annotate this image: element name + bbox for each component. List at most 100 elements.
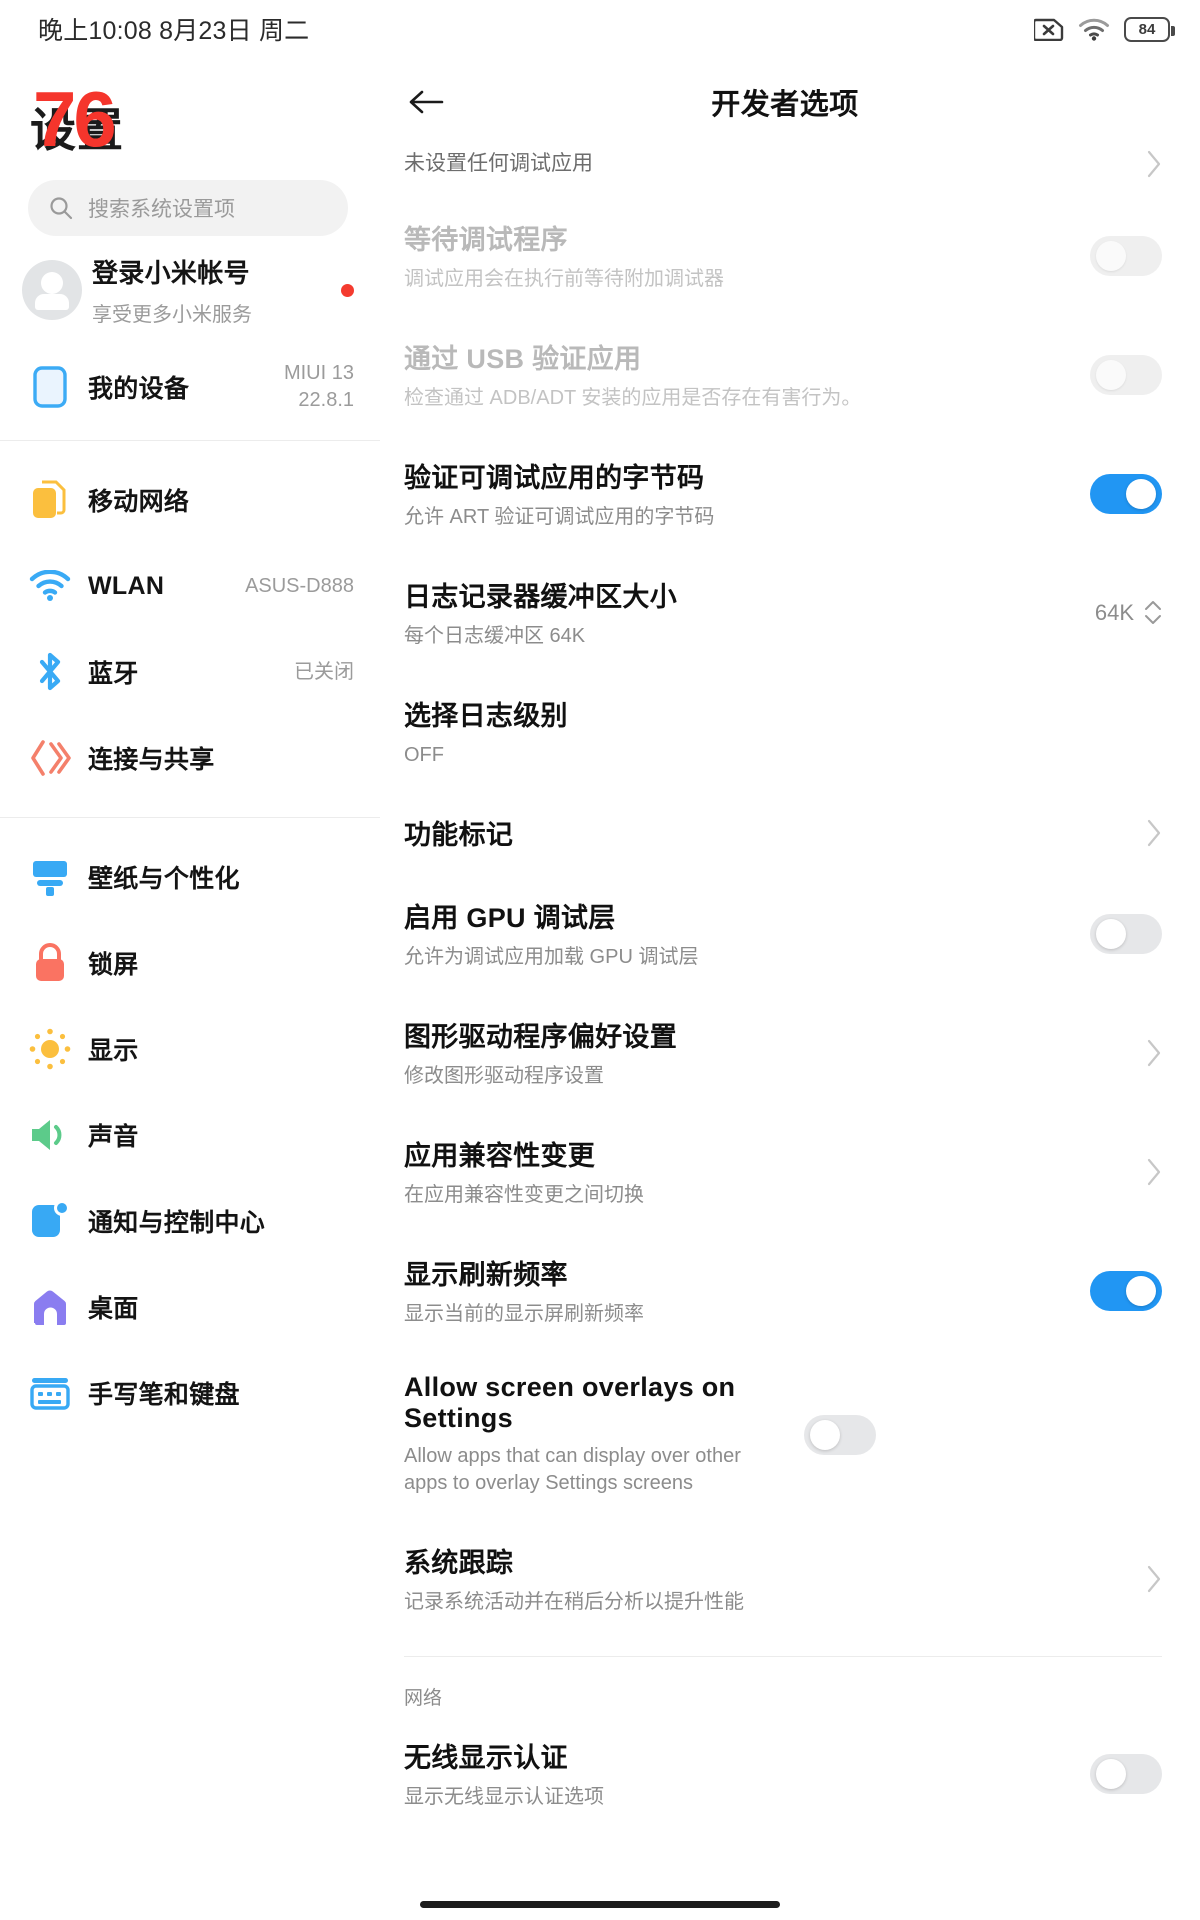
pref-subtitle: 在应用兼容性变更之间切换	[404, 1184, 644, 1207]
account-subtitle: 享受更多小米服务	[92, 304, 252, 326]
sidebar-value: 已关闭	[294, 660, 354, 683]
wallpaper-icon	[33, 861, 67, 896]
sidebar-label: WLAN	[88, 571, 165, 600]
pref-subtitle: Allow apps that can display over other a…	[404, 1445, 741, 1495]
toggle-gpu-debug-layers[interactable]	[1090, 913, 1162, 954]
pref-gpu-debug-layers[interactable]: 启用 GPU 调试层 允许为调试应用加载 GPU 调试层	[380, 874, 1200, 993]
toggle-verify-apps-over-usb[interactable]	[1090, 354, 1162, 395]
status-bar-icons: 84	[1034, 0, 1175, 58]
pref-title: 等待调试程序	[404, 225, 568, 256]
sidebar-item-mobile-network[interactable]: 移动网络	[0, 457, 380, 543]
toggle-verify-bytecode[interactable]	[1090, 473, 1162, 514]
pref-graphics-driver-preferences[interactable]: 图形驱动程序偏好设置 修改图形驱动程序设置	[380, 993, 1200, 1112]
chevron-right-icon	[1147, 1158, 1161, 1185]
pref-feature-flags[interactable]: 功能标记	[380, 791, 1200, 874]
pref-title: 验证可调试应用的字节码	[404, 463, 705, 494]
sim-disabled-icon	[1034, 18, 1064, 41]
pref-subtitle: 允许为调试应用加载 GPU 调试层	[404, 946, 699, 969]
pref-verify-bytecode[interactable]: 验证可调试应用的字节码 允许 ART 验证可调试应用的字节码	[380, 434, 1200, 553]
pref-subtitle: 显示当前的显示屏刷新频率	[404, 1303, 644, 1326]
chevron-right-icon	[1147, 819, 1161, 846]
sidebar-item-display[interactable]: 显示	[0, 1006, 380, 1092]
sidebar-value: ASUS-D888	[245, 574, 354, 597]
sidebar-item-lockscreen[interactable]: 锁屏	[0, 920, 380, 1006]
back-button[interactable]	[398, 74, 454, 130]
sidebar-label: 声音	[88, 1123, 139, 1151]
sidebar-label: 移动网络	[88, 488, 190, 516]
pref-system-tracing[interactable]: 系统跟踪 记录系统活动并在稍后分析以提升性能	[380, 1519, 1200, 1638]
sidebar-item-notifications[interactable]: 通知与控制中心	[0, 1178, 380, 1264]
speaker-icon	[32, 1120, 62, 1150]
pref-show-refresh-rate[interactable]: 显示刷新频率 显示当前的显示屏刷新频率	[380, 1231, 1200, 1350]
pref-wait-for-debugger[interactable]: 等待调试程序 调试应用会在执行前等待附加调试器	[380, 196, 1200, 315]
sidebar-item-bluetooth[interactable]: 蓝牙 已关闭	[0, 629, 380, 715]
pref-title: 选择日志级别	[404, 701, 568, 732]
pref-title: 系统跟踪	[404, 1548, 514, 1579]
toggle-wireless-display-certification[interactable]	[1090, 1753, 1162, 1794]
sidebar-item-my-device[interactable]: 我的设备 MIUI 13 22.8.1	[0, 344, 380, 430]
sidebar-divider-2	[0, 817, 380, 818]
pref-subtitle: OFF	[404, 744, 444, 767]
pref-title: 通过 USB 验证应用	[404, 344, 642, 375]
pref-wireless-display-certification[interactable]: 无线显示认证 显示无线显示认证选项	[380, 1714, 1200, 1833]
chevron-up-icon	[1145, 601, 1161, 611]
battery-icon: 84	[1124, 16, 1175, 42]
pref-title: 功能标记	[404, 820, 514, 851]
pref-logger-buffer-size[interactable]: 日志记录器缓冲区大小 每个日志缓冲区 64K 64K	[380, 553, 1200, 672]
arrow-left-icon	[409, 90, 444, 114]
wifi-icon	[1079, 18, 1109, 41]
lock-icon	[36, 943, 64, 981]
avatar	[22, 260, 82, 320]
detail-title: 开发者选项	[711, 89, 859, 121]
chevron-down-icon	[1145, 615, 1161, 625]
sidebar-label: 壁纸与个性化	[88, 865, 240, 893]
search-icon	[50, 197, 73, 220]
sidebar-item-wallpaper[interactable]: 壁纸与个性化	[0, 834, 380, 920]
sidebar-label: 连接与共享	[88, 746, 215, 774]
pref-app-compatibility-changes[interactable]: 应用兼容性变更 在应用兼容性变更之间切换	[380, 1112, 1200, 1231]
pref-title: 图形驱动程序偏好设置	[404, 1022, 677, 1053]
battery-percent: 84	[1138, 20, 1156, 38]
sidebar-group-personalization: 壁纸与个性化 锁屏 显示 声音 通知与控制中心 桌面 手写笔和键盘	[0, 828, 380, 1442]
chevron-right-icon	[1147, 1039, 1161, 1066]
account-title: 登录小米帐号	[92, 258, 250, 288]
toggle-show-refresh-rate[interactable]	[1090, 1270, 1162, 1311]
sidebar-item-stylus-keyboard[interactable]: 手写笔和键盘	[0, 1350, 380, 1436]
pref-title: 无线显示认证	[404, 1743, 568, 1774]
sidebar-label: 锁屏	[88, 951, 139, 979]
pref-subtitle: 检查通过 ADB/ADT 安装的应用是否存在有害行为。	[404, 387, 862, 410]
pref-title: 显示刷新频率	[404, 1260, 568, 1291]
my-device-label: 我的设备	[88, 375, 190, 403]
sidebar-label: 通知与控制中心	[88, 1209, 266, 1237]
search-placeholder: 搜索系统设置项	[88, 198, 235, 221]
pref-title: 日志记录器缓冲区大小	[404, 582, 677, 613]
status-bar-time: 晚上10:08 8月23日 周二	[38, 17, 310, 45]
search-input[interactable]: 搜索系统设置项	[28, 180, 348, 236]
sidebar-item-home-screen[interactable]: 桌面	[0, 1264, 380, 1350]
app-title-area: 设置 76	[0, 58, 380, 166]
bluetooth-icon	[39, 652, 61, 691]
notification-icon	[32, 1200, 70, 1237]
section-label-network: 网络	[404, 1688, 443, 1710]
pref-subtitle: 显示无线显示认证选项	[404, 1786, 604, 1809]
chevron-right-icon	[1147, 1565, 1161, 1592]
pref-allow-screen-overlays[interactable]: Allow screen overlays on Settings Allow …	[380, 1350, 1200, 1519]
sidebar-item-sound[interactable]: 声音	[0, 1092, 380, 1178]
home-indicator[interactable]	[420, 1901, 780, 1908]
sidebar-item-wlan[interactable]: WLAN ASUS-D888	[0, 543, 380, 629]
pref-verify-apps-over-usb[interactable]: 通过 USB 验证应用 检查通过 ADB/ADT 安装的应用是否存在有害行为。	[380, 315, 1200, 434]
stepper-icon[interactable]	[1144, 600, 1162, 625]
settings-screen: 晚上10:08 8月23日 周二 84 设置 76 搜索系统设置项 登录小米帐号…	[0, 0, 1200, 1920]
pref-subtitle: 记录系统活动并在稍后分析以提升性能	[404, 1591, 744, 1614]
toggle-allow-screen-overlays[interactable]	[804, 1414, 876, 1455]
chevron-right-icon	[1147, 151, 1161, 178]
toggle-wait-for-debugger[interactable]	[1090, 235, 1162, 276]
sidebar-item-account[interactable]: 登录小米帐号 享受更多小米服务	[0, 236, 380, 344]
keyboard-icon	[30, 1378, 70, 1410]
pref-debug-app[interactable]: 未设置任何调试应用	[380, 146, 1200, 196]
pref-value: 64K	[1094, 599, 1134, 625]
pref-log-level[interactable]: 选择日志级别 OFF	[380, 672, 1200, 791]
sidebar-item-connection-sharing[interactable]: 连接与共享	[0, 715, 380, 801]
sidebar: 设置 76 搜索系统设置项 登录小米帐号 享受更多小米服务 我的设备 MIUI …	[0, 0, 380, 1920]
pref-title: 应用兼容性变更	[404, 1141, 596, 1172]
